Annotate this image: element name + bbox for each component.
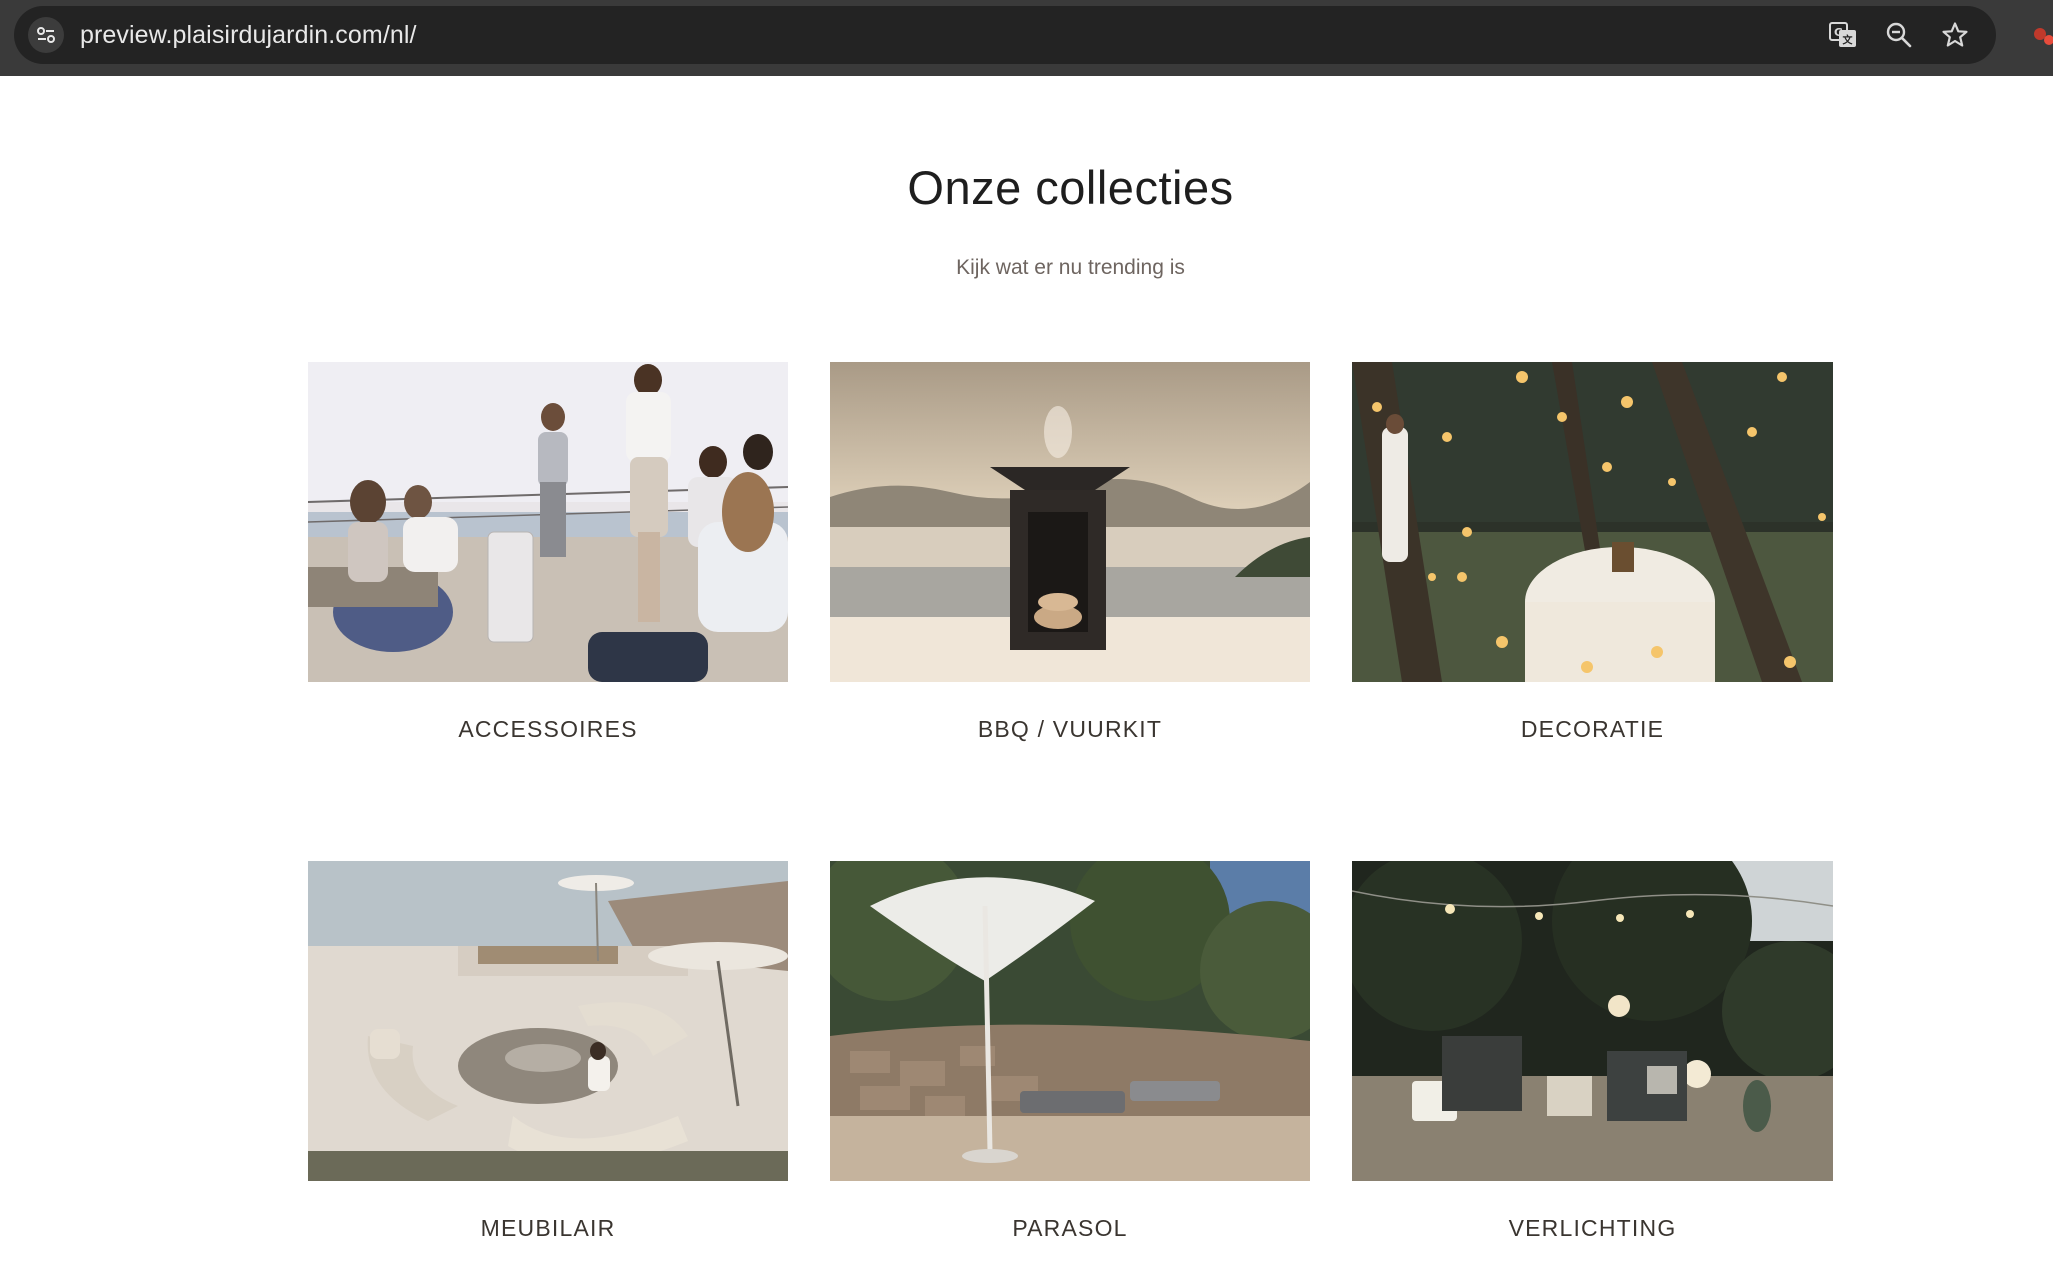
collection-label[interactable]: BBQ / VUURKIT	[830, 716, 1310, 743]
collection-card-meubilair[interactable]: MEUBILAIR	[308, 861, 788, 1242]
fire-pit-photo[interactable]	[830, 362, 1310, 682]
zoom-out-icon[interactable]	[1884, 20, 1914, 50]
garden-lighting-photo[interactable]	[1352, 861, 1833, 1181]
extension-icon[interactable]	[2030, 24, 2053, 52]
bookmark-star-icon[interactable]	[1940, 20, 1970, 50]
collection-label[interactable]: PARASOL	[830, 1215, 1310, 1242]
url-text[interactable]: preview.plaisirdujardin.com/nl/	[80, 6, 417, 64]
collection-card-decoratie[interactable]: DECORATIE	[1352, 362, 1833, 743]
browser-toolbar: preview.plaisirdujardin.com/nl/ G 文	[0, 0, 2053, 76]
collection-label[interactable]: VERLICHTING	[1352, 1215, 1833, 1242]
collections-grid: ACCESSOIRES BBQ / VUURKIT DECORATIE MEUB…	[308, 362, 1833, 1242]
svg-text:文: 文	[1843, 34, 1854, 47]
parasol-loungers-photo[interactable]	[830, 861, 1310, 1181]
people-on-terrace-photo[interactable]	[308, 362, 788, 682]
collection-card-bbq-vuurkit[interactable]: BBQ / VUURKIT	[830, 362, 1310, 743]
collection-card-verlichting[interactable]: VERLICHTING	[1352, 861, 1833, 1242]
site-info-icon[interactable]	[28, 17, 64, 53]
section-subtitle: Kijk wat er nu trending is	[956, 256, 1185, 279]
lounge-furniture-photo[interactable]	[308, 861, 788, 1181]
collection-card-accessoires[interactable]: ACCESSOIRES	[308, 362, 788, 743]
address-bar[interactable]: preview.plaisirdujardin.com/nl/ G 文	[14, 6, 1996, 64]
collection-label[interactable]: MEUBILAIR	[308, 1215, 788, 1242]
section-title: Onze collecties	[907, 161, 1234, 214]
collection-label[interactable]: ACCESSOIRES	[308, 716, 788, 743]
collection-label[interactable]: DECORATIE	[1352, 716, 1833, 743]
lanterns-dinner-photo[interactable]	[1352, 362, 1833, 682]
collection-card-parasol[interactable]: PARASOL	[830, 861, 1310, 1242]
translate-icon[interactable]: G 文	[1828, 20, 1858, 50]
